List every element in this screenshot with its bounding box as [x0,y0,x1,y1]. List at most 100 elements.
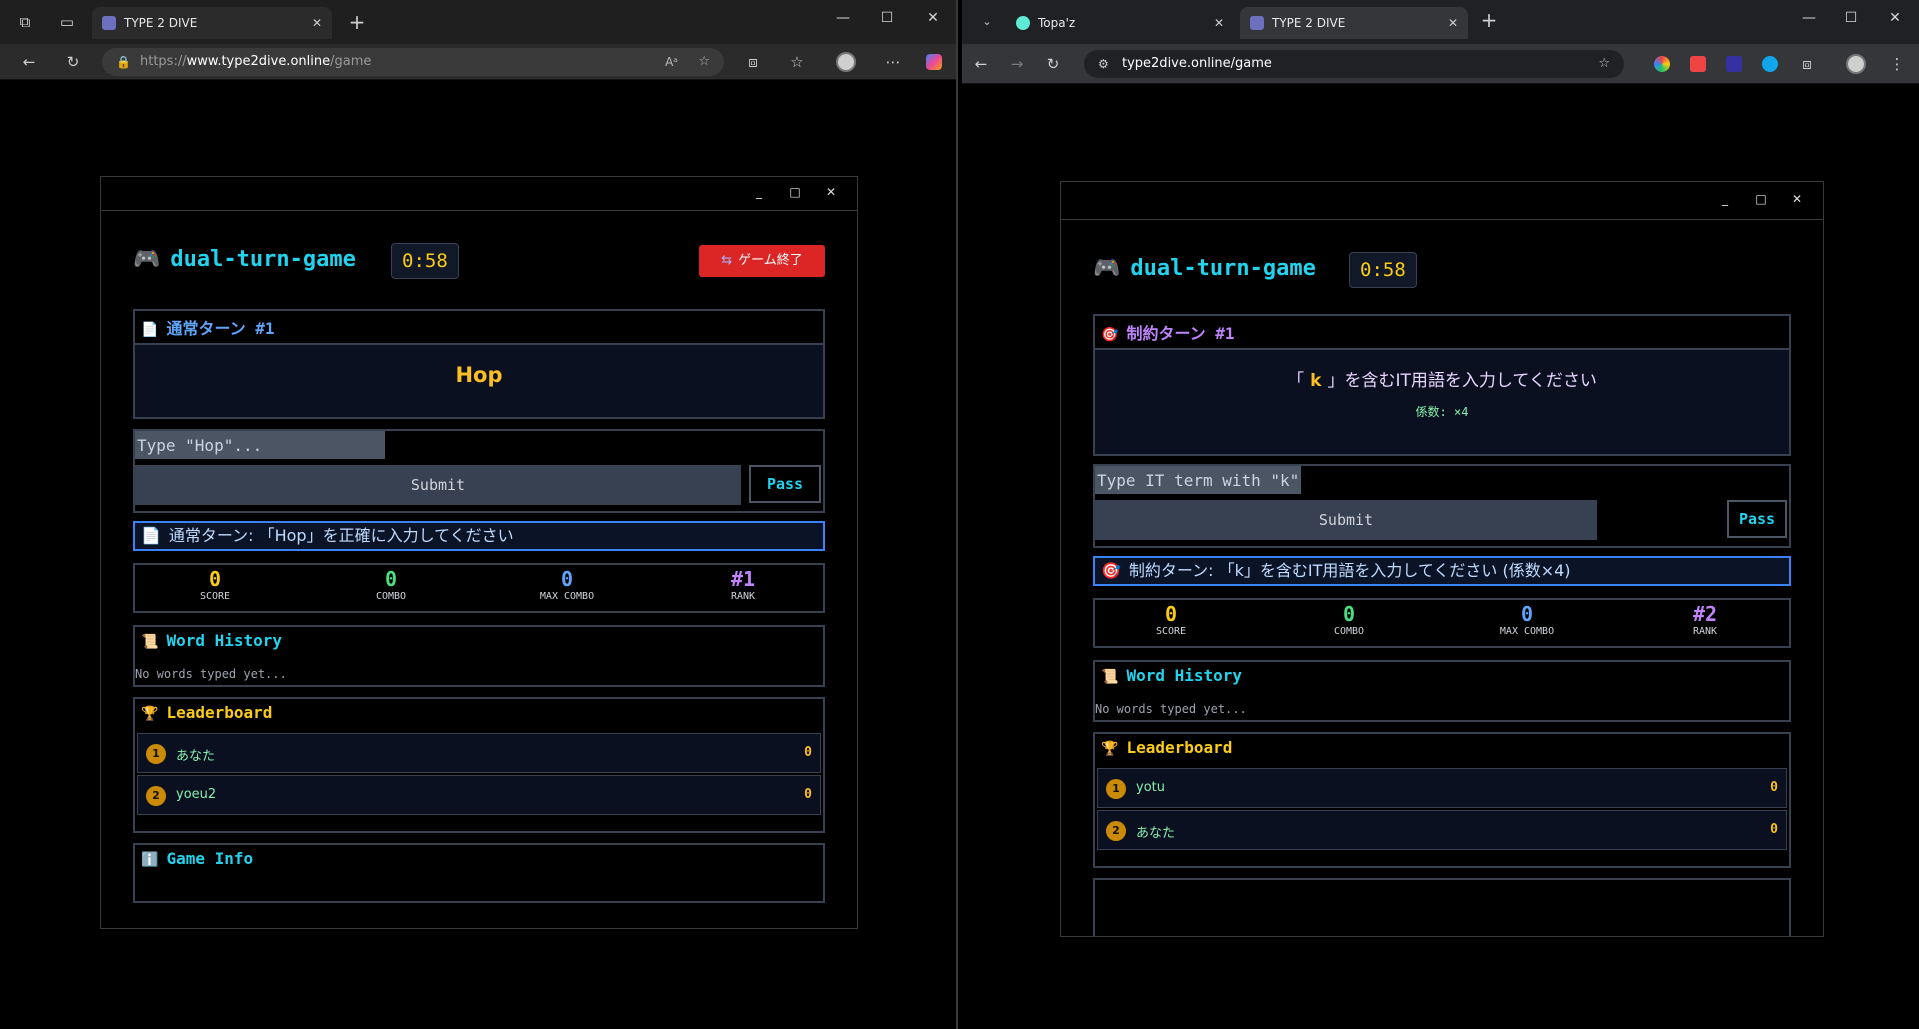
pass-button[interactable]: Pass [1727,500,1787,538]
target-word-box: Hop [135,343,823,417]
extensions-icon[interactable]: ⧈ [742,52,764,72]
refresh-icon[interactable]: ↻ [62,52,84,72]
constraint-box: 「k 」を含むIT用語を入力してください 係数: ×4 [1095,348,1789,454]
game-window: _ □ ✕ 🎮 dual-turn-game 0:58 🎯 制約ターン #1 「k」… [1060,181,1824,937]
constraint-prompt: 「k 」を含むIT用語を入力してください [1287,371,1597,391]
gamepad-icon: 🎮 [1093,256,1121,281]
extensions-puzzle-icon[interactable]: ⧈ [1796,54,1818,74]
tab-bar: ⌄ Topa'z ✕ TYPE 2 DIVE ✕ + — ☐ ✕ [962,0,1919,44]
game-window: _ □ ✕ 🎮 dual-turn-game 0:58 ⇆ ゲーム終了 📄 通常ターン… [100,176,858,929]
word-history-title: 📜 Word History [1101,666,1243,685]
tab-type2dive[interactable]: TYPE 2 DIVE ✕ [1240,7,1468,39]
memo-icon: 📄 [141,322,159,338]
workspaces-icon[interactable]: ⧉ [14,12,36,32]
site-favicon-icon [102,16,116,30]
game-header: 🎮 dual-turn-game 0:58 ⇆ ゲーム終了 [133,243,825,279]
forward-icon[interactable]: → [1006,54,1028,74]
answer-input[interactable] [135,431,385,459]
read-aloud-icon[interactable]: Aᵃ [665,48,678,76]
end-game-button[interactable]: ⇆ ゲーム終了 [699,245,825,277]
more-menu-icon[interactable]: ⋯ [882,52,904,72]
right-browser-window: ⌄ Topa'z ✕ TYPE 2 DIVE ✕ + — ☐ ✕ ← → ↻ ⚙… [962,0,1919,1029]
game-close-icon[interactable]: ✕ [1789,192,1805,206]
turn-status: 📄 通常ターン: 「Hop」を正確に入力してください [133,521,825,551]
rank-badge: 2 [1106,821,1126,841]
tab-topaz[interactable]: Topa'z ✕ [1006,7,1234,39]
tab-type2dive[interactable]: TYPE 2 DIVE ✕ [92,7,332,39]
leaderboard: 🏆 Leaderboard 1 あなた 0 2 yoeu2 0 [133,697,825,833]
coefficient: 係数: ×4 [1415,405,1469,419]
address-bar[interactable]: 🔒 https://www.type2dive.online/game Aᵃ ☆ [102,48,724,76]
back-icon[interactable]: ← [970,54,992,74]
game-timer: 0:58 [1349,252,1417,288]
extension-heart-icon[interactable] [1690,56,1706,72]
more-menu-icon[interactable]: ⋮ [1886,54,1908,74]
close-window-icon[interactable]: ✕ [1880,10,1910,26]
turn-card: 📄 通常ターン #1 Hop [133,309,825,419]
stat-rank: #1 RANK [730,567,756,602]
leaderboard-row: 1 yotu 0 [1097,768,1787,808]
bookmark-star-icon[interactable]: ☆ [1598,50,1610,78]
topaz-favicon-icon [1016,16,1030,30]
trophy-icon: 🏆 [141,706,159,722]
stat-rank: #2 RANK [1692,602,1718,637]
tab-search-icon[interactable]: ⌄ [976,12,998,32]
profile-avatar[interactable] [1846,54,1866,74]
game-close-icon[interactable]: ✕ [823,185,839,199]
minimize-icon[interactable]: — [1794,10,1824,26]
new-tab-icon[interactable]: + [1478,10,1500,30]
target-icon: 🎯 [1101,327,1119,343]
turn-title: 📄 通常ターン #1 [141,319,275,338]
stats-panel: 0 SCORE 0 COMBO 0 MAX COMBO #1 RANK [133,563,825,613]
tab-bar: ⧉ ▭ TYPE 2 DIVE ✕ + — ☐ ✕ [0,0,956,44]
game-title: 🎮 dual-turn-game [1093,256,1316,281]
leaderboard-row: 1 あなた 0 [137,733,821,773]
extension-purple-icon[interactable] [1726,56,1742,72]
player-score: 0 [804,745,812,760]
game-title: 🎮 dual-turn-game [133,247,356,272]
pass-button[interactable]: Pass [749,465,821,503]
game-minimize-icon[interactable]: _ [751,185,767,199]
address-bar[interactable]: ⚙ type2dive.online/game ☆ [1084,50,1624,78]
rank-badge: 1 [1106,779,1126,799]
leaderboard-row: 2 あなた 0 [1097,810,1787,850]
extension-colorful-icon[interactable] [1654,56,1670,72]
tab-title: TYPE 2 DIVE [124,16,198,30]
gamepad-icon: 🎮 [133,247,161,272]
minimize-icon[interactable]: — [828,10,858,26]
target-word: Hop [455,363,503,387]
site-info-icon[interactable]: ⚙ [1098,50,1109,78]
trophy-icon: 🏆 [1101,741,1119,757]
answer-input[interactable] [1095,466,1301,494]
close-tab-icon[interactable]: ✕ [1214,7,1224,39]
game-maximize-icon[interactable]: □ [1753,192,1769,206]
game-window-titlebar: _ □ ✕ [1061,182,1823,220]
game-maximize-icon[interactable]: □ [787,185,803,199]
maximize-icon[interactable]: ☐ [872,10,902,26]
copilot-icon[interactable] [926,54,942,70]
game-minimize-icon[interactable]: _ [1717,192,1733,206]
maximize-icon[interactable]: ☐ [1836,10,1866,26]
submit-button[interactable]: Submit [135,465,741,505]
refresh-icon[interactable]: ↻ [1042,54,1064,74]
scroll-icon: 📜 [141,634,159,650]
close-window-icon[interactable]: ✕ [918,10,948,26]
leaderboard: 🏆 Leaderboard 1 yotu 0 2 あなた 0 [1093,732,1791,868]
back-icon[interactable]: ← [18,52,40,72]
turn-card: 🎯 制約ターン #1 「k 」を含むIT用語を入力してください 係数: ×4 [1093,314,1791,456]
scroll-icon: 📜 [1101,669,1119,685]
extension-react-icon[interactable] [1762,56,1778,72]
stat-score: 0 SCORE [1155,602,1187,637]
tab-actions-icon[interactable]: ▭ [56,12,78,32]
player-score: 0 [1770,822,1778,837]
game-header: 🎮 dual-turn-game 0:58 [1093,252,1791,288]
favorite-star-icon[interactable]: ☆ [698,48,710,76]
submit-button[interactable]: Submit [1095,500,1597,540]
close-tab-icon[interactable]: ✕ [312,7,322,39]
close-tab-icon[interactable]: ✕ [1448,7,1458,39]
leaderboard-title: 🏆 Leaderboard [1101,738,1233,757]
favorites-icon[interactable]: ☆ [786,52,808,72]
new-tab-icon[interactable]: + [346,12,368,32]
profile-avatar[interactable] [836,52,856,72]
exit-icon: ⇆ [721,253,733,268]
